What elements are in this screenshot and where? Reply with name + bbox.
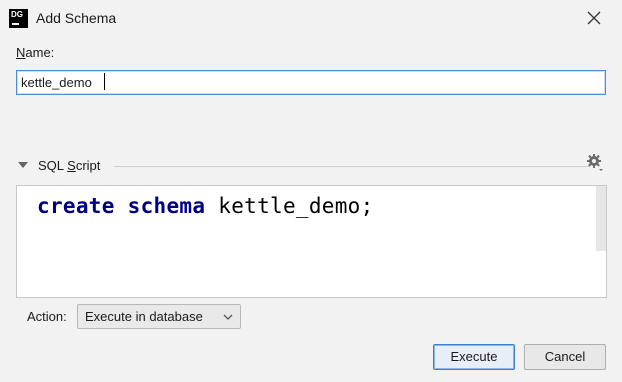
sql-editor[interactable]: create schema kettle_demo; [16, 185, 607, 298]
triangle-down-icon[interactable] [18, 162, 28, 168]
sql-keyword-schema: schema [127, 194, 206, 218]
sql-keyword-create: create [37, 194, 115, 218]
name-label: Name: [16, 45, 55, 60]
execute-button[interactable]: Execute [433, 344, 515, 370]
sql-script-header: SQL Script [16, 154, 610, 177]
gear-icon[interactable] [584, 151, 606, 173]
action-dropdown[interactable]: Execute in database [77, 304, 241, 329]
title-bar: DG Add Schema [0, 0, 622, 36]
action-label: Action: [27, 309, 67, 324]
chevron-down-icon [222, 311, 234, 326]
sql-script-title[interactable]: SQL Script [38, 158, 100, 173]
sql-code-line: create schema kettle_demo; [37, 194, 374, 218]
text-caret [104, 73, 105, 90]
schema-name-value: kettle_demo [21, 75, 92, 90]
vertical-scrollbar[interactable] [596, 186, 606, 251]
close-icon[interactable] [583, 7, 605, 29]
window-title: Add Schema [36, 10, 117, 26]
cancel-button[interactable]: Cancel [524, 344, 606, 370]
datagrip-app-icon: DG [9, 9, 28, 28]
section-divider [114, 166, 590, 167]
sql-identifier: kettle_demo; [218, 194, 374, 218]
app-icon-text: DG [11, 10, 23, 19]
action-selected-value: Execute in database [85, 309, 203, 324]
